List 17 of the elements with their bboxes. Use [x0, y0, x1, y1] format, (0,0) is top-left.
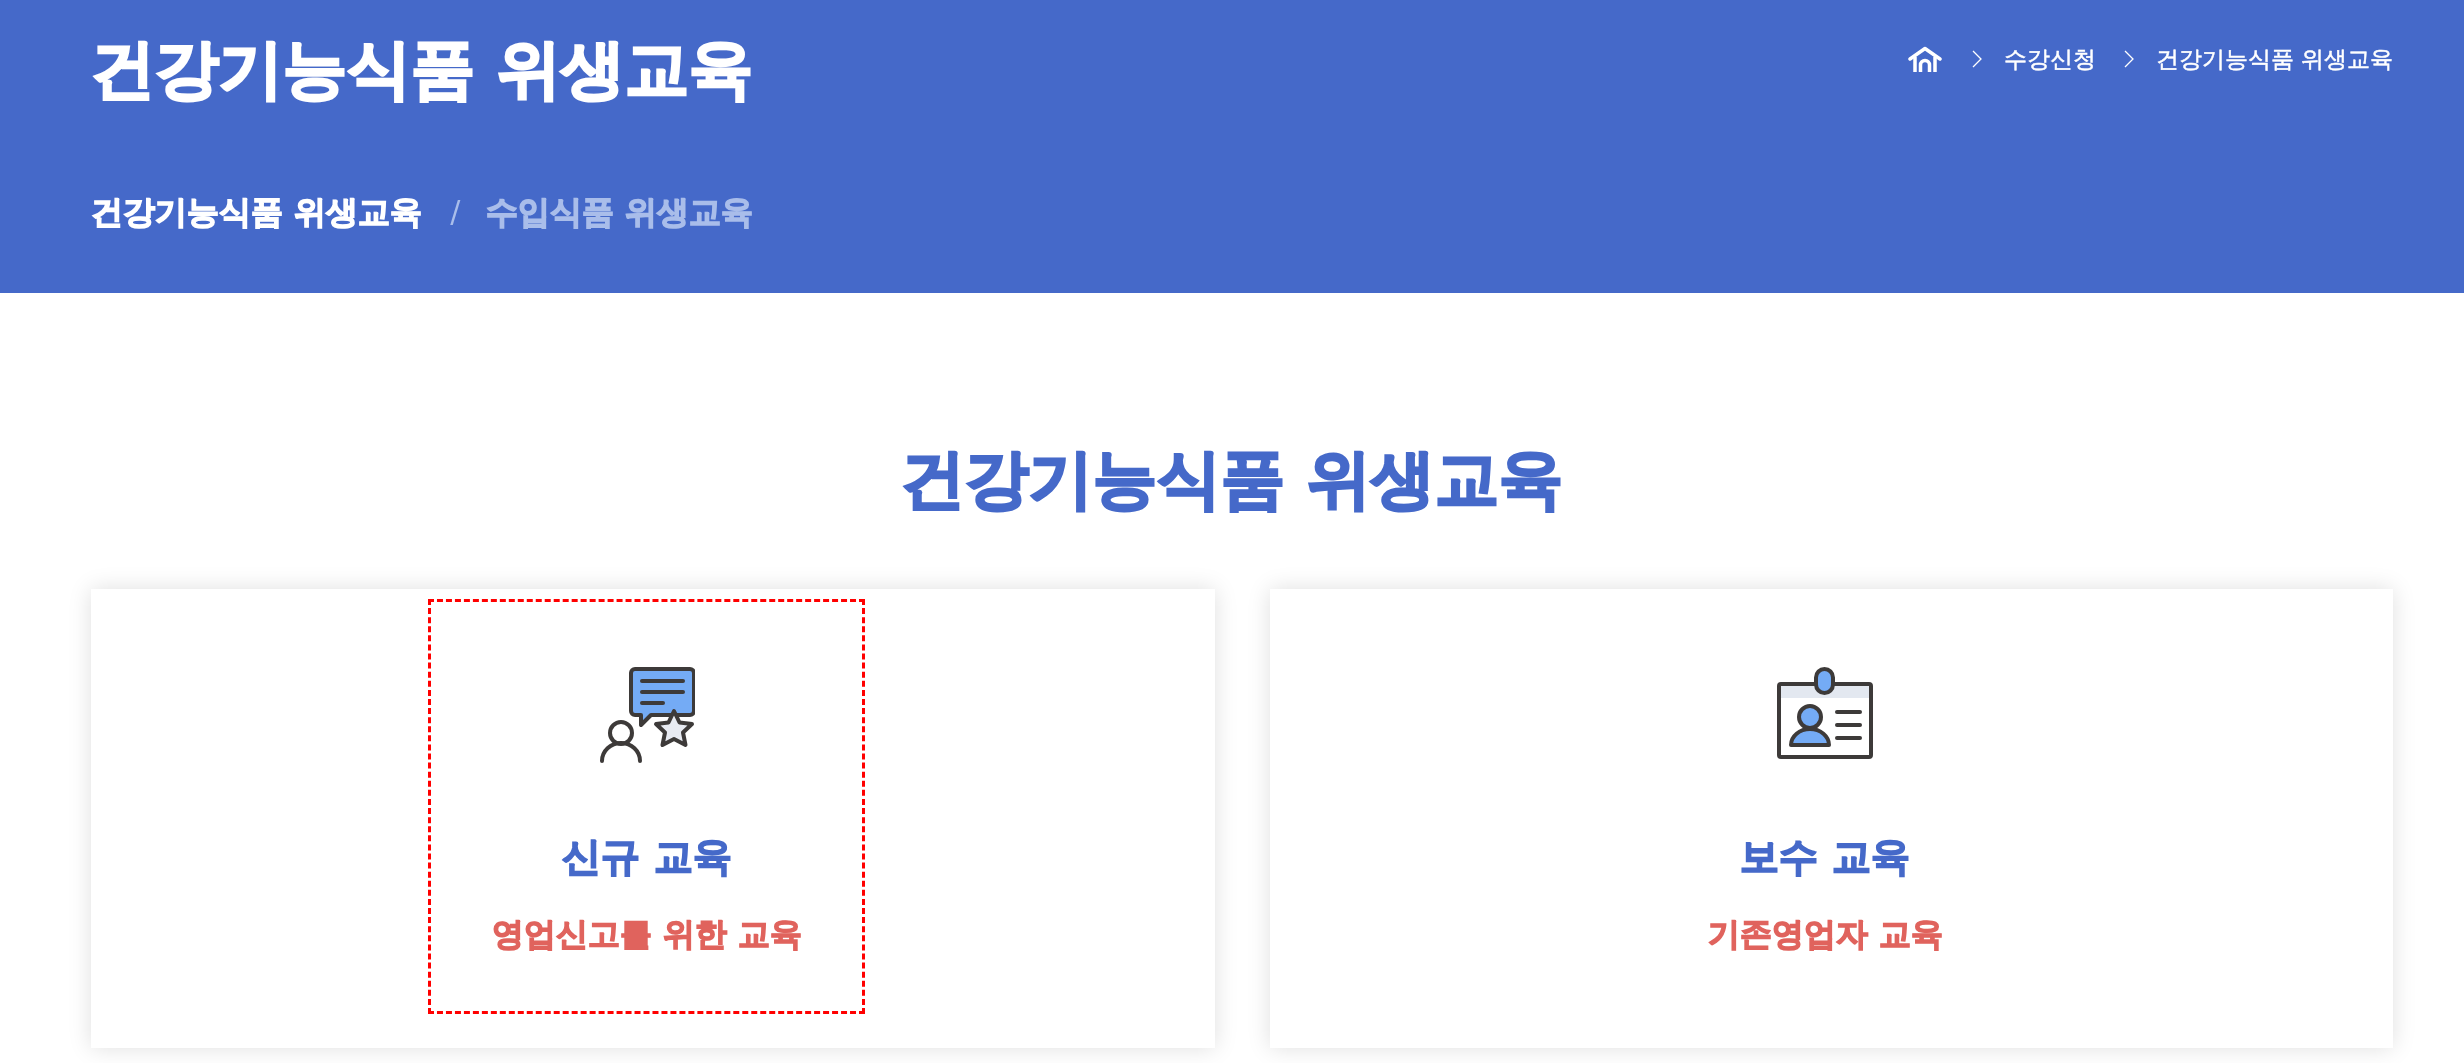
- page-title: 건강기능식품 위생교육: [91, 31, 754, 108]
- section-title: 건강기능식품 위생교육: [900, 441, 1564, 518]
- course-description: 기존영업자 교육: [1707, 914, 1943, 955]
- person-speech-bubble-icon: [598, 667, 695, 763]
- chevron-right-icon: [1971, 50, 1982, 68]
- course-title: 신규 교육: [561, 833, 732, 881]
- home-icon[interactable]: [1907, 45, 1942, 73]
- course-link[interactable]: 신규 교육 영업신고를 위한 교육: [428, 599, 866, 1014]
- course-link[interactable]: 보수 교육 기존영업자 교육: [1606, 599, 2044, 1014]
- course-title: 보수 교육: [1740, 833, 1911, 881]
- category-tab[interactable]: 수입식품 위생교육: [486, 190, 754, 234]
- chevron-right-icon: [2123, 50, 2134, 68]
- course-description: 영업신고를 위한 교육: [491, 914, 802, 955]
- tab-separator: /: [450, 193, 461, 231]
- breadcrumb-link[interactable]: 수강신청: [2003, 42, 2096, 76]
- breadcrumb-link[interactable]: 건강기능식품 위생교육: [2155, 42, 2393, 76]
- category-tab[interactable]: 건강기능식품 위생교육: [91, 190, 423, 234]
